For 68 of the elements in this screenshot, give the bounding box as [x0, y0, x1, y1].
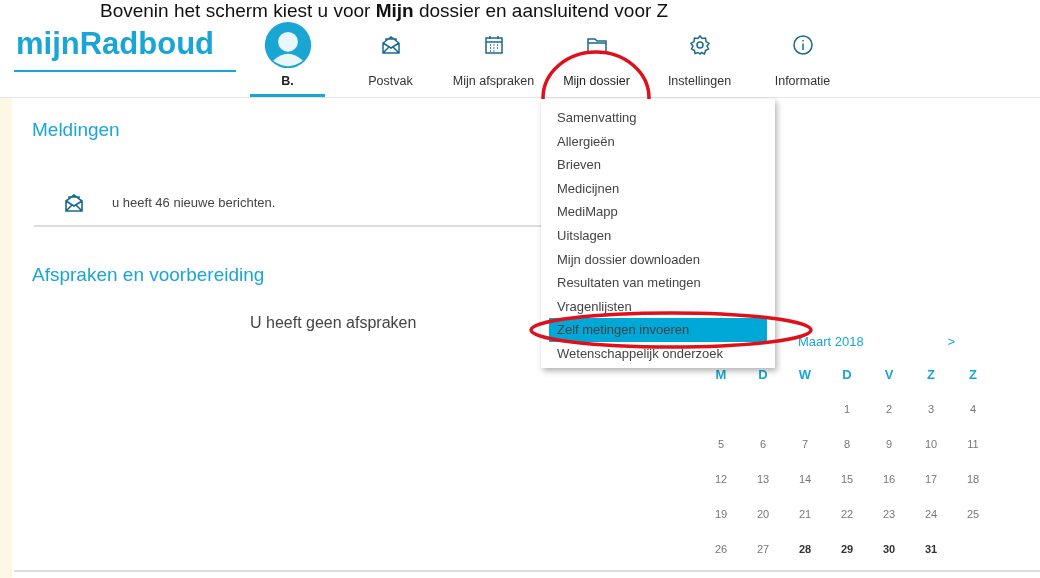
next-month-button[interactable]: > [946, 331, 956, 353]
nav-tab[interactable]: Postvak [368, 72, 413, 91]
nav-tab[interactable]: Instellingen [667, 72, 732, 91]
notification-text[interactable]: u heeft 46 nieuwe berichten. [112, 192, 276, 213]
calendar-day[interactable]: 5 [700, 427, 742, 462]
menu-item[interactable]: Mijn dossier downloaden [549, 247, 767, 272]
calendar-day[interactable]: 10 [910, 427, 952, 462]
calendar-day[interactable]: 17 [910, 462, 952, 497]
section-title: Meldingen [32, 118, 120, 142]
calendar-day[interactable]: 19 [700, 497, 742, 532]
calendar-day[interactable]: 27 [742, 532, 784, 567]
weekday-label: V [883, 365, 895, 384]
calendar-day[interactable]: 21 [784, 497, 826, 532]
logo[interactable]: mijnRadboud [14, 24, 236, 72]
calendar-day[interactable]: 18 [952, 462, 994, 497]
weekday-label: D [841, 365, 853, 384]
menu-item[interactable]: Zelf metingen invoeren [549, 318, 767, 342]
calendar-day[interactable]: 25 [952, 497, 994, 532]
nav-tab[interactable]: Mijn dossier [563, 72, 630, 91]
calendar-day[interactable]: 14 [784, 462, 826, 497]
nav-tab[interactable]: B. [281, 72, 294, 91]
calendar-day[interactable]: 28 [784, 532, 826, 567]
calendar-day[interactable]: 9 [868, 427, 910, 462]
month-title: Maart 2018 [798, 333, 864, 352]
empty-message: U heeft geen afspraken [250, 314, 417, 331]
calendar-day[interactable]: 7 [784, 427, 826, 462]
menu-item[interactable]: Allergieën [549, 129, 767, 154]
calendar-day[interactable]: 16 [868, 462, 910, 497]
calendar-day[interactable]: 3 [910, 392, 952, 427]
section-title: Afspraken en voorbereiding [32, 262, 265, 287]
weekday-label: W [797, 365, 813, 384]
mail-icon [64, 192, 84, 213]
menu-item[interactable]: Resultaten van metingen [549, 271, 767, 295]
calendar-day[interactable]: 6 [742, 427, 784, 462]
calendar-day[interactable]: 13 [742, 462, 784, 497]
calendar-day[interactable]: 29 [826, 532, 868, 567]
mail-icon[interactable] [379, 34, 402, 57]
calendar-day[interactable]: 15 [826, 462, 868, 497]
settings-icon[interactable] [688, 34, 711, 57]
calendar-day[interactable]: 22 [826, 497, 868, 532]
calendar-day[interactable]: 23 [868, 497, 910, 532]
calendar-day[interactable]: 2 [868, 392, 910, 427]
weekday-label: Z [968, 365, 978, 384]
calendar-day[interactable]: 24 [910, 497, 952, 532]
calendar-day[interactable]: 12 [700, 462, 742, 497]
info-icon[interactable] [791, 34, 814, 57]
calendar-icon[interactable] [482, 34, 505, 57]
menu-item[interactable]: Vragenlijsten [549, 294, 767, 319]
calendar-day[interactable]: 1 [826, 392, 868, 427]
menu-item[interactable]: Samenvatting [549, 106, 767, 130]
weekday-label: D [757, 365, 769, 384]
calendar-day[interactable]: 8 [826, 427, 868, 462]
weekday-label: M [714, 365, 728, 384]
nav-tab[interactable]: Mijn afspraken [452, 72, 535, 91]
nav-tab[interactable]: Informatie [774, 72, 831, 91]
menu-item[interactable]: Brieven [549, 153, 767, 177]
instruction-caption: Bovenin het scherm kiest u voor Mijn dossier en aansluitend voor Z [99, 0, 670, 22]
menu-item[interactable]: Uitslagen [549, 223, 767, 248]
weekday-label: Z [926, 365, 936, 384]
menu-item[interactable]: MediMapp [549, 200, 767, 224]
calendar-day[interactable]: 20 [742, 497, 784, 532]
calendar-day[interactable]: 30 [868, 532, 910, 567]
calendar-day[interactable]: 4 [952, 392, 994, 427]
calendar-day[interactable]: 26 [700, 532, 742, 567]
calendar-day[interactable]: 11 [952, 427, 994, 462]
menu-item[interactable]: Wetenschappelijk onderzoek [549, 341, 767, 366]
menu-item[interactable]: Medicijnen [549, 176, 767, 201]
calendar-day[interactable]: 31 [910, 532, 952, 567]
